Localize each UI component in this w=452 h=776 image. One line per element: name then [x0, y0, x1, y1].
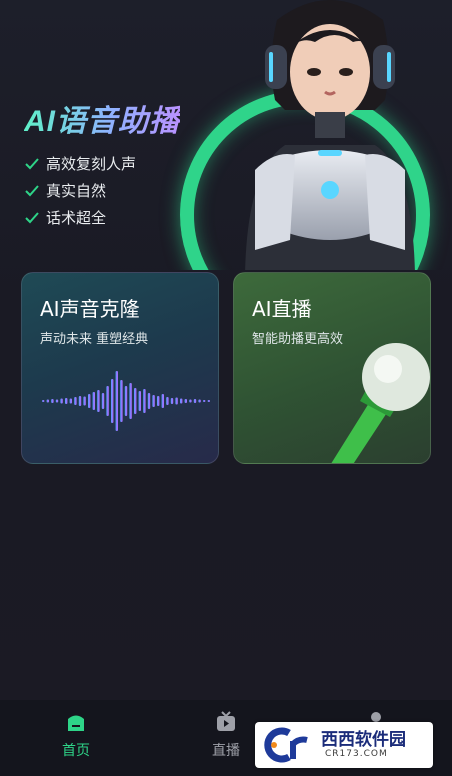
tab-home[interactable]: 首页	[36, 710, 116, 760]
wave-bar	[97, 390, 100, 412]
tv-icon	[217, 711, 235, 731]
wave-bar	[111, 379, 114, 423]
wave-bar	[83, 396, 86, 406]
wave-bar	[207, 400, 210, 402]
wave-bar	[152, 395, 155, 407]
voice-clone-title: AI声音克隆	[40, 297, 140, 321]
feature-list: 高效复刻人声 真实自然 话术超全	[24, 150, 136, 231]
wave-bar	[92, 392, 95, 410]
wave-bar	[147, 393, 151, 409]
feature-label: 高效复刻人声	[46, 155, 137, 173]
wave-bar	[46, 399, 49, 403]
home-icon	[68, 715, 84, 731]
wave-bar	[51, 399, 54, 403]
feature-item: 真实自然	[24, 177, 136, 204]
wave-bar	[193, 399, 197, 403]
wave-bar	[78, 396, 82, 406]
wave-bar	[88, 394, 91, 408]
wave-bar	[184, 399, 187, 403]
wave-bar	[189, 399, 192, 403]
wave-bar	[134, 388, 137, 414]
sound-wave-icon	[42, 371, 210, 431]
wave-bar	[65, 398, 68, 404]
watermark-url: CR173.COM	[325, 749, 388, 759]
check-icon	[25, 157, 39, 169]
wave-bar	[124, 386, 128, 416]
wave-bar	[69, 398, 72, 404]
wave-bar	[157, 396, 160, 406]
wave-bar	[166, 397, 169, 405]
wave-bar	[198, 399, 201, 403]
tab-live[interactable]: 直播	[186, 710, 266, 760]
wave-bar	[175, 397, 178, 405]
wave-bar	[180, 398, 183, 404]
voice-clone-card[interactable]: AI声音克隆 声动未来 重塑经典	[21, 272, 219, 464]
ai-live-title: AI直播	[252, 297, 312, 321]
voice-clone-subtitle: 声动未来 重塑经典	[40, 332, 149, 347]
wave-bar	[106, 386, 109, 416]
hero-title: AI语音助播	[24, 96, 180, 140]
wave-bar	[161, 394, 164, 408]
wave-bar	[129, 383, 132, 419]
wave-bar	[170, 398, 174, 404]
wave-bar	[74, 397, 77, 405]
check-icon	[25, 211, 39, 223]
microphone-icon	[331, 343, 430, 463]
wave-bar	[115, 371, 118, 431]
wave-bar	[143, 389, 146, 413]
tab-live-label: 直播	[212, 743, 240, 759]
ai-avatar-illustration	[245, 0, 415, 270]
check-icon	[25, 184, 39, 196]
feature-label: 话术超全	[46, 209, 107, 227]
ai-live-card[interactable]: AI直播 智能助播更高效	[233, 272, 431, 464]
watermark-text: 西西软件园 CR173.COM	[321, 730, 406, 760]
wave-bar	[120, 380, 123, 422]
feature-item: 话术超全	[24, 204, 136, 231]
cr-logo-icon	[264, 727, 308, 763]
watermark-brand: 西西软件园	[321, 730, 406, 749]
wave-bar	[60, 398, 63, 404]
hero-banner: AI语音助播 高效复刻人声 真实自然 话术超全	[0, 0, 452, 270]
wave-bar	[138, 391, 141, 411]
feature-label: 真实自然	[46, 182, 107, 200]
watermark-logo: 西西软件园 CR173.COM	[255, 722, 433, 768]
wave-bar	[203, 400, 206, 402]
tab-home-label: 首页	[62, 743, 90, 759]
wave-bar	[101, 393, 105, 409]
feature-item: 高效复刻人声	[24, 150, 136, 177]
wave-bar	[42, 400, 45, 402]
wave-bar	[55, 399, 59, 403]
